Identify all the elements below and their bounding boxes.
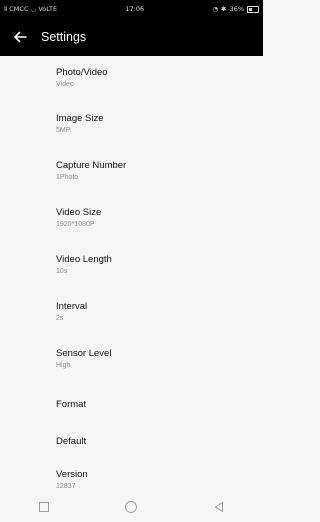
setting-title: Interval xyxy=(56,301,88,312)
triangle-back-icon xyxy=(214,501,224,513)
home-button[interactable] xyxy=(111,492,151,522)
setting-value: High xyxy=(56,362,71,369)
setting-sensor-level[interactable]: Sensor Level High xyxy=(0,337,263,381)
setting-title: Sensor Level xyxy=(56,348,112,359)
setting-interval[interactable]: Interval 2s xyxy=(0,290,263,334)
setting-title: Format xyxy=(56,399,87,410)
setting-value: 2s xyxy=(56,315,64,322)
carrier-label: Ⅱ CMCC xyxy=(4,5,29,13)
setting-title: Default xyxy=(56,436,87,447)
setting-video-size[interactable]: Video Size 1920*1080P xyxy=(0,196,263,240)
setting-title: Photo/Video xyxy=(56,67,108,78)
battery-icon xyxy=(247,5,259,13)
back-button[interactable] xyxy=(0,18,40,56)
wifi-icon: ◡ xyxy=(30,5,37,13)
setting-value: 1920*1080P xyxy=(56,221,95,228)
setting-title: Capture Number xyxy=(56,160,127,171)
circle-icon xyxy=(125,501,138,513)
setting-title: Video Size xyxy=(56,207,102,218)
page-title: Settings xyxy=(41,30,87,44)
alarm-icon: ◔ xyxy=(212,5,219,13)
status-bar: Ⅱ CMCC ◡ VoLTE 17:06 ◔ ✱ 36% xyxy=(0,0,263,18)
status-right: ◔ ✱ 36% xyxy=(212,5,259,13)
setting-value: 1Photo xyxy=(56,174,79,181)
setting-value: 5MP xyxy=(56,127,71,134)
setting-title: Version xyxy=(56,469,88,480)
status-left: Ⅱ CMCC ◡ VoLTE xyxy=(4,5,57,13)
arrow-left-icon xyxy=(13,31,27,43)
setting-photo-video[interactable]: Photo/Video Video xyxy=(0,56,263,100)
navigation-bar xyxy=(0,492,263,522)
setting-capture-number[interactable]: Capture Number 1Photo xyxy=(0,149,263,193)
setting-image-size[interactable]: Image Size 5MP xyxy=(0,102,263,146)
square-icon xyxy=(38,502,49,512)
setting-title: Video Length xyxy=(56,254,112,265)
battery-percent: 36% xyxy=(229,5,244,13)
setting-value: 10s xyxy=(56,268,68,275)
clock: 17:06 xyxy=(125,5,145,13)
bluetooth-icon: ✱ xyxy=(221,5,227,13)
setting-value: 12837 xyxy=(56,483,76,490)
recents-button[interactable] xyxy=(24,492,64,522)
setting-video-length[interactable]: Video Length 10s xyxy=(0,243,263,287)
network-label: VoLTE xyxy=(38,5,58,13)
setting-title: Image Size xyxy=(56,113,104,124)
system-back-button[interactable] xyxy=(199,492,239,522)
app-bar: Settings xyxy=(0,18,263,56)
setting-value: Video xyxy=(56,81,74,88)
